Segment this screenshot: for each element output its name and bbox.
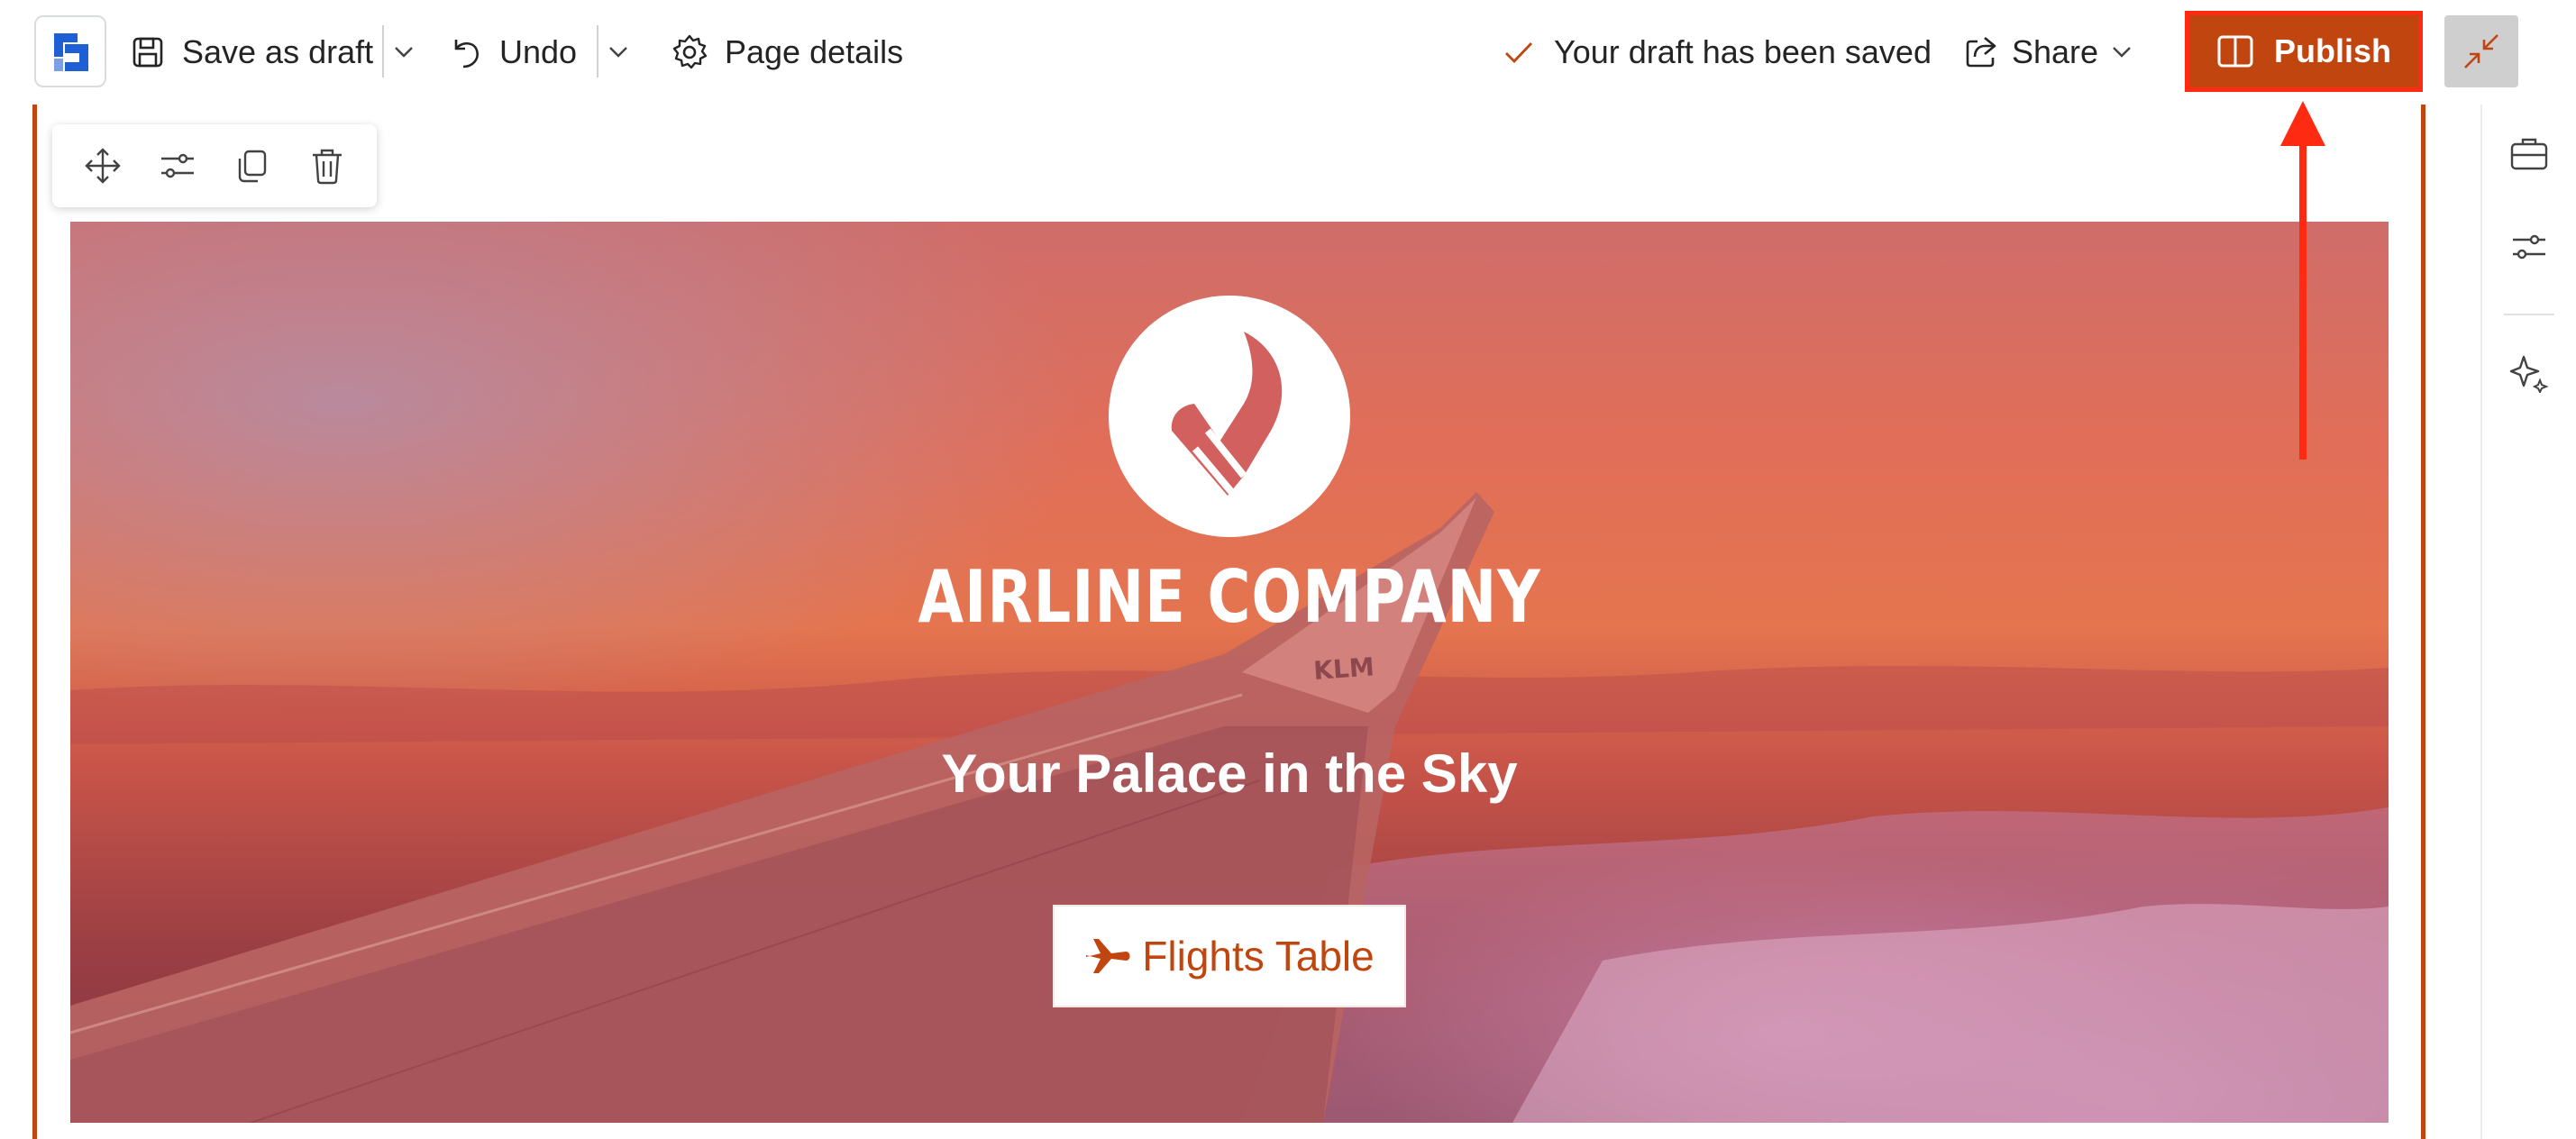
save-options-dropdown[interactable] [386, 32, 422, 72]
checkmark-icon [1503, 40, 1534, 65]
settings-sliders-icon[interactable] [2509, 227, 2549, 267]
save-status-text: Your draft has been saved [1554, 33, 1932, 70]
company-name: AIRLINE COMPANY [918, 555, 1541, 639]
chevron-down-icon [395, 47, 413, 58]
publish-button[interactable]: Publish [2185, 11, 2423, 92]
flights-table-label: Flights Table [1142, 933, 1375, 980]
briefcase-icon[interactable] [2509, 133, 2549, 173]
right-rail-divider [2480, 105, 2482, 1139]
delete-icon[interactable] [300, 139, 354, 193]
undo-label: Undo [499, 33, 578, 70]
publish-label: Publish [2273, 32, 2391, 69]
toolbar-divider [597, 25, 598, 77]
book-open-icon [2216, 34, 2254, 68]
toolbar-divider [382, 25, 384, 77]
collapse-button[interactable] [2444, 15, 2518, 87]
top-toolbar: Save as draft Undo Page details Your dra… [0, 0, 2576, 105]
chevron-down-icon [609, 47, 627, 58]
page-details-label: Page details [725, 33, 904, 70]
logo-icon [54, 33, 88, 71]
save-status: Your draft has been saved [1503, 23, 1932, 81]
section-selection-border [2421, 105, 2425, 1139]
copy-icon[interactable] [225, 139, 279, 193]
undo-history-dropdown[interactable] [600, 32, 636, 72]
settings-sliders-icon[interactable] [151, 139, 205, 193]
chevron-down-icon [2113, 47, 2131, 58]
collapse-arrows-icon [2464, 34, 2498, 68]
save-draft-label: Save as draft [182, 33, 374, 70]
wing-logo-text: KLM [1312, 652, 1375, 686]
app-logo[interactable] [34, 15, 106, 87]
section-toolbar [52, 124, 377, 207]
flights-table-button[interactable]: Flights Table [1053, 905, 1406, 1007]
section-selection-border [32, 105, 37, 1139]
undo-icon [447, 34, 483, 70]
hero-tagline: Your Palace in the Sky [941, 743, 1518, 804]
move-icon[interactable] [76, 139, 130, 193]
rail-separator [2504, 314, 2554, 315]
gear-icon [671, 33, 708, 71]
airplane-icon [1084, 934, 1133, 979]
share-label: Share [2012, 33, 2099, 70]
save-icon [130, 34, 166, 70]
save-draft-button[interactable]: Save as draft [130, 23, 373, 81]
page-details-button[interactable]: Page details [671, 23, 903, 81]
share-icon [1963, 34, 1999, 70]
share-button[interactable]: Share [1963, 23, 2098, 81]
undo-button[interactable]: Undo [447, 23, 577, 81]
sparkle-icon[interactable] [2509, 353, 2549, 393]
share-options-dropdown[interactable] [2104, 32, 2140, 72]
airline-logo-icon [1109, 296, 1350, 537]
hero-section[interactable]: KLM AIRLINE COMPANY Your Palace in the S… [70, 222, 2389, 1123]
annotation-arrow-icon [2280, 101, 2325, 460]
